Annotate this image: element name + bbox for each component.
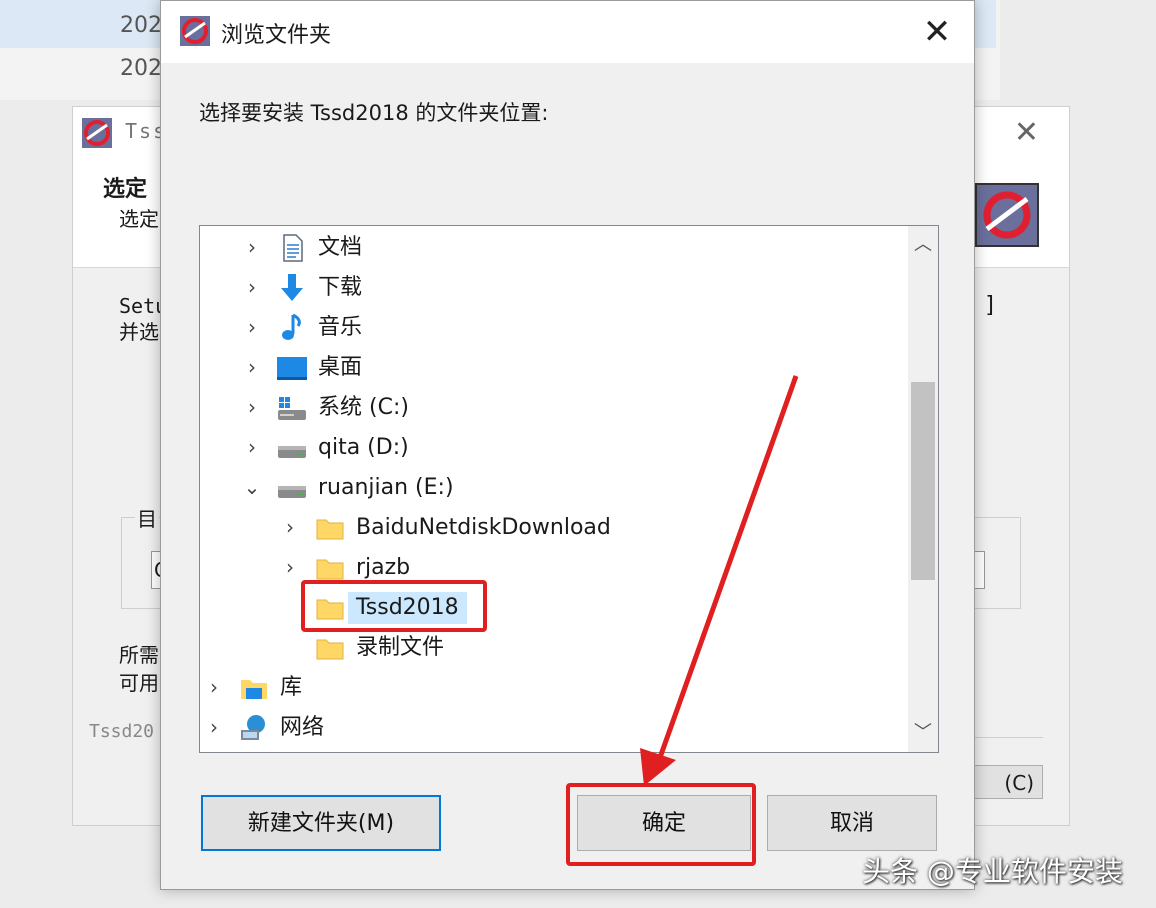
dialog-titlebar: 浏览文件夹 ✕: [161, 1, 974, 63]
tree-item-label: BaiduNetdiskDownload: [356, 515, 611, 540]
tree-item-label: 库: [280, 675, 303, 700]
music-note-icon: [282, 313, 301, 340]
app-logo-icon: [180, 16, 210, 46]
tree-item-label: 录制文件: [356, 635, 445, 660]
chevron-right-icon[interactable]: ›: [202, 675, 226, 699]
chevron-right-icon[interactable]: ›: [278, 515, 302, 539]
dialog-title: 浏览文件夹: [221, 23, 332, 48]
tree-item-system-drive[interactable]: › 系统 (C:): [200, 389, 900, 427]
close-icon[interactable]: ✕: [914, 9, 960, 55]
tree-item-label: 文档: [318, 235, 363, 260]
tree-item-label: qita (D:): [318, 435, 409, 460]
setup-footer-text: Tssd20: [89, 721, 155, 742]
drive-icon: [278, 446, 306, 458]
tree-item-network[interactable]: › 网络: [200, 709, 900, 747]
tree-item-label: 桌面: [318, 355, 363, 380]
tree-item-music[interactable]: › 音乐: [200, 309, 900, 347]
browse-folder-dialog: 浏览文件夹 ✕ 选择要安装 Tssd2018 的文件夹位置: › 文档 › 下载…: [160, 0, 975, 890]
tree-item-downloads[interactable]: › 下载: [200, 269, 900, 307]
tree-item-label: 音乐: [318, 315, 363, 340]
setup-subheading: 选定: [119, 207, 159, 231]
download-arrow-icon: [281, 274, 303, 301]
folder-icon: [316, 639, 344, 660]
tree-item-label: 网络: [280, 715, 325, 740]
highlight-box-tssd2018: [301, 580, 487, 632]
chevron-right-icon[interactable]: ›: [278, 555, 302, 579]
cancel-button[interactable]: 取消: [767, 795, 937, 851]
background-row-text: 202: [120, 56, 162, 81]
tree-item-folder[interactable]: › BaiduNetdiskDownload: [200, 509, 900, 547]
tree-item-label: 系统 (C:): [318, 395, 409, 420]
document-icon: [283, 234, 303, 262]
folder-icon: [316, 519, 344, 540]
setup-bracket: ]: [983, 293, 997, 318]
close-icon[interactable]: ✕: [1014, 115, 1039, 150]
chevron-right-icon[interactable]: ›: [240, 355, 264, 379]
app-logo-icon: [975, 183, 1039, 247]
scroll-down-icon[interactable]: ﹀: [908, 718, 938, 748]
system-drive-icon: [278, 397, 306, 420]
chevron-right-icon[interactable]: ›: [240, 315, 264, 339]
tree-item-label: 下载: [318, 275, 363, 300]
setup-heading: 选定: [103, 177, 148, 202]
watermark: 头条 @专业软件安装: [862, 855, 1123, 888]
disk-space-line: 所需: [119, 643, 159, 667]
disk-space-info: 所需 可用: [119, 641, 159, 697]
scroll-up-icon[interactable]: ︿: [908, 230, 938, 260]
tree-item-documents[interactable]: › 文档: [200, 229, 900, 267]
tree-item-library[interactable]: › 库: [200, 669, 900, 707]
scrollbar-thumb[interactable]: [911, 382, 935, 580]
disk-space-line: 可用: [119, 671, 159, 695]
app-logo-icon: [82, 118, 112, 148]
tree-item-folder[interactable]: 录制文件: [200, 629, 900, 667]
library-icon: [241, 680, 267, 699]
tree-item-drive-d[interactable]: › qita (D:): [200, 429, 900, 467]
folder-tree[interactable]: › 文档 › 下载 › 音乐 › 桌面 › 系统 (C:) › qita (D:…: [199, 225, 939, 753]
tree-item-label: ruanjian (E:): [318, 475, 454, 500]
new-folder-button[interactable]: 新建文件夹(M): [201, 795, 441, 851]
dialog-prompt: 选择要安装 Tssd2018 的文件夹位置:: [199, 101, 549, 125]
desktop-icon: [277, 357, 307, 380]
tree-item-drive-e[interactable]: ⌄ ruanjian (E:): [200, 469, 900, 507]
destination-group-label: 目: [135, 503, 159, 532]
chevron-right-icon[interactable]: ›: [240, 235, 264, 259]
chevron-right-icon[interactable]: ›: [240, 275, 264, 299]
drive-icon: [278, 486, 306, 498]
background-row-text: 202: [120, 13, 162, 38]
highlight-box-ok: [566, 783, 756, 866]
network-icon: [241, 715, 265, 740]
tree-item-desktop[interactable]: › 桌面: [200, 349, 900, 387]
chevron-right-icon[interactable]: ›: [240, 435, 264, 459]
vertical-scrollbar[interactable]: ︿ ﹀: [908, 226, 938, 752]
chevron-right-icon[interactable]: ›: [240, 395, 264, 419]
chevron-down-icon[interactable]: ⌄: [240, 475, 264, 499]
chevron-right-icon[interactable]: ›: [202, 715, 226, 739]
